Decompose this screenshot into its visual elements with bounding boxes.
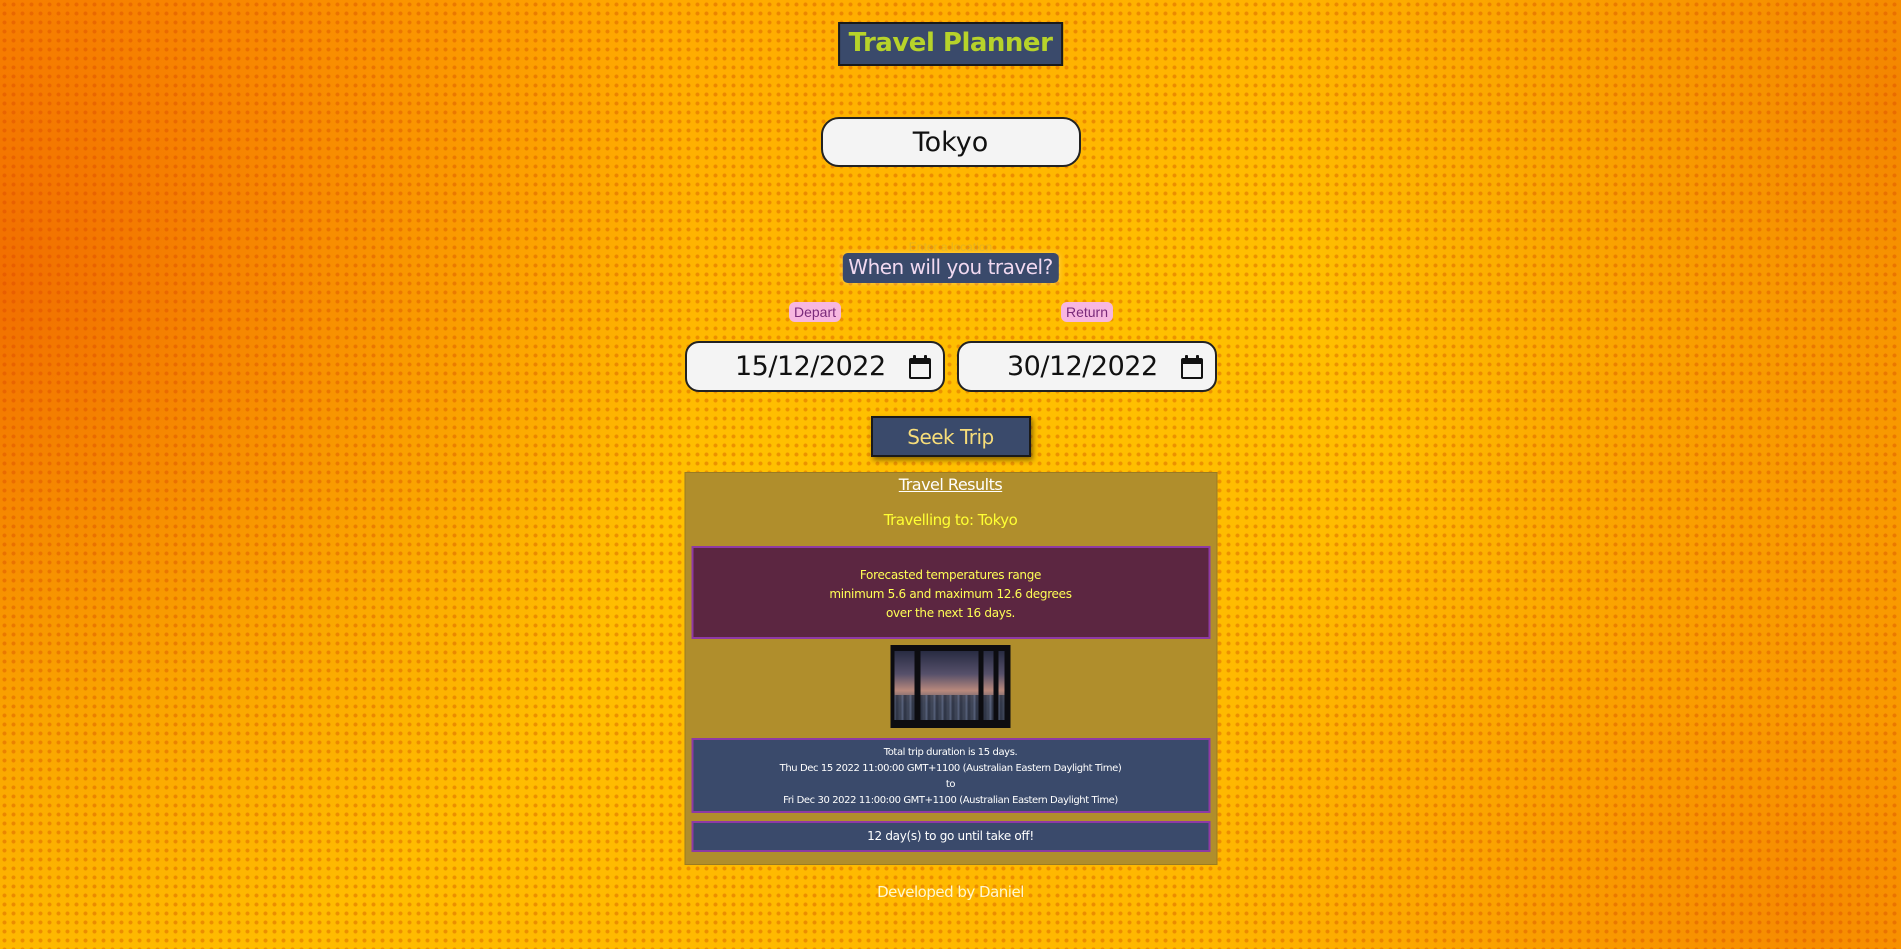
footer-credit: Developed by Daniel — [877, 883, 1024, 901]
depart-date-input[interactable]: 15/12/2022 — [685, 341, 945, 392]
city-skyline-photo — [890, 645, 1011, 728]
forecast-box: Forecasted temperatures range minimum 5.… — [691, 546, 1210, 639]
trip-duration-box: Total trip duration is 15 days. Thu Dec … — [691, 738, 1210, 813]
return-date-input[interactable]: 30/12/2022 — [957, 341, 1217, 392]
page: Travel Planner Enter a location When wil… — [0, 0, 1901, 949]
seek-trip-button[interactable]: Seek Trip — [870, 416, 1031, 457]
duration-line: Thu Dec 15 2022 11:00:00 GMT+1100 (Austr… — [779, 763, 1122, 774]
forecast-line: minimum 5.6 and maximum 12.6 degrees — [829, 587, 1072, 601]
return-label: Return — [1060, 302, 1114, 322]
duration-line: Total trip duration is 15 days. — [883, 747, 1018, 758]
duration-line: Fri Dec 30 2022 11:00:00 GMT+1100 (Austr… — [783, 795, 1118, 806]
calendar-icon[interactable] — [1181, 354, 1203, 379]
forecast-line: over the next 16 days. — [885, 606, 1016, 620]
countdown-box: 12 day(s) to go until take off! — [691, 821, 1210, 852]
forecast-line: Forecasted temperatures range — [859, 568, 1042, 582]
calendar-icon[interactable] — [909, 354, 931, 379]
faint-hint-text: Enter a location — [908, 240, 993, 254]
travelling-to-text: Travelling to: Tokyo — [883, 511, 1018, 529]
depart-label: Depart — [788, 302, 842, 322]
destination-input[interactable] — [820, 117, 1081, 167]
depart-date-value: 15/12/2022 — [735, 351, 886, 382]
results-title: Travel Results — [898, 475, 1003, 494]
duration-line: to — [945, 779, 956, 790]
travel-question-heading: When will you travel? — [842, 253, 1059, 283]
app-title: Travel Planner — [837, 22, 1064, 66]
return-date-value: 30/12/2022 — [1007, 351, 1158, 382]
results-panel: Travel Results Travelling to: Tokyo Fore… — [684, 472, 1217, 865]
